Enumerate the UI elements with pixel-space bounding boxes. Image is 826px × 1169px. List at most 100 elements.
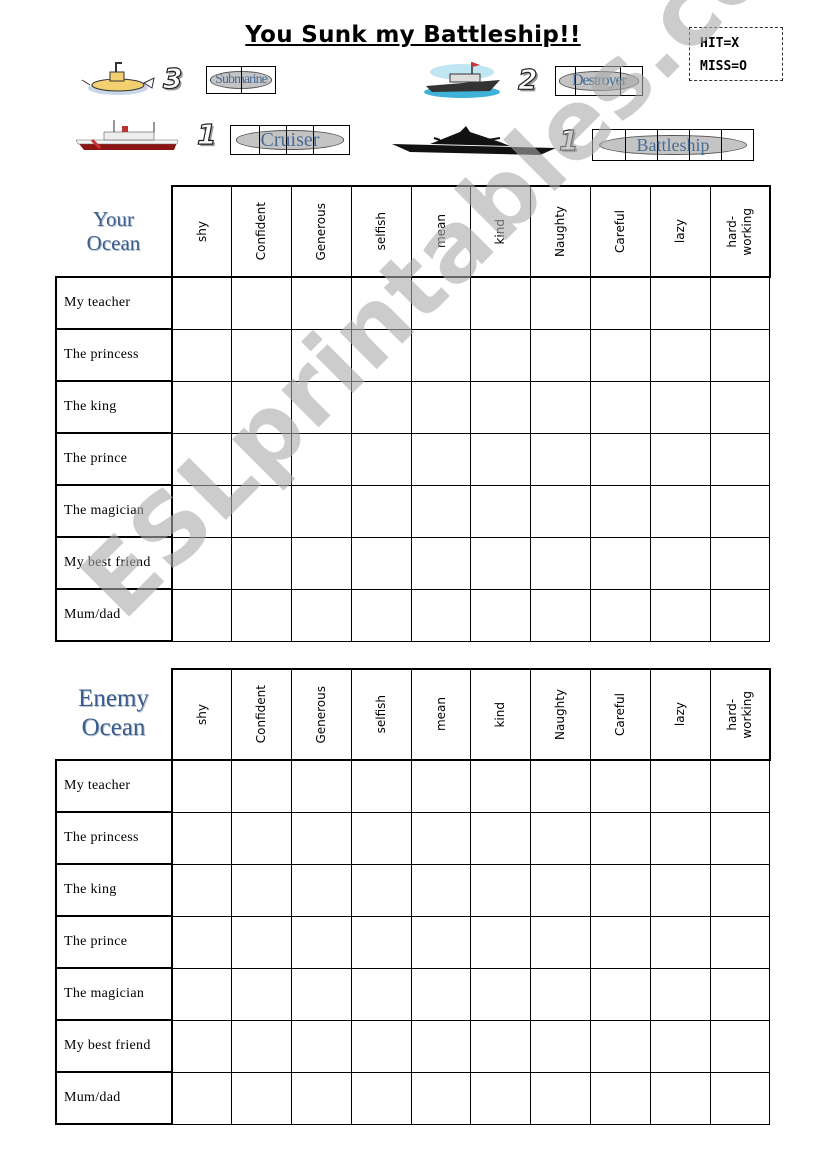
grid-cell[interactable] [530,328,592,382]
grid-cell[interactable] [171,1019,233,1073]
grid-cell[interactable] [649,380,711,434]
grid-cell[interactable] [350,759,412,813]
grid-cell[interactable] [350,1019,412,1073]
grid-cell[interactable] [291,432,352,486]
grid-cell[interactable] [590,484,651,538]
grid-cell[interactable] [291,1019,352,1073]
grid-cell[interactable] [470,380,532,434]
grid-cell[interactable] [590,759,651,813]
grid-cell[interactable] [291,915,352,969]
grid-cell[interactable] [590,328,651,382]
grid-cell[interactable] [470,1071,532,1125]
grid-cell[interactable] [530,915,592,969]
grid-cell[interactable] [530,380,592,434]
grid-cell[interactable] [231,967,293,1021]
grid-cell[interactable] [171,536,233,590]
grid-cell[interactable] [470,484,532,538]
grid-cell[interactable] [231,759,293,813]
grid-cell[interactable] [350,432,412,486]
grid-cell[interactable] [231,915,293,969]
grid-cell[interactable] [171,276,233,330]
grid-cell[interactable] [291,1071,352,1125]
grid-cell[interactable] [709,1071,771,1125]
grid-cell[interactable] [470,967,532,1021]
grid-cell[interactable] [291,967,352,1021]
grid-cell[interactable] [709,276,771,330]
grid-cell[interactable] [649,536,711,590]
grid-cell[interactable] [291,588,352,642]
grid-cell[interactable] [171,1071,233,1125]
grid-cell[interactable] [649,811,711,865]
grid-cell[interactable] [470,432,532,486]
grid-cell[interactable] [171,811,233,865]
grid-cell[interactable] [470,915,532,969]
grid-cell[interactable] [590,1071,651,1125]
grid-cell[interactable] [709,588,771,642]
grid-cell[interactable] [590,863,651,917]
grid-cell[interactable] [410,967,472,1021]
grid-cell[interactable] [649,863,711,917]
grid-cell[interactable] [231,432,293,486]
grid-cell[interactable] [410,863,472,917]
grid-cell[interactable] [590,276,651,330]
grid-cell[interactable] [470,759,532,813]
grid-cell[interactable] [291,811,352,865]
grid-cell[interactable] [410,588,472,642]
grid-cell[interactable] [649,276,711,330]
grid-cell[interactable] [410,484,472,538]
grid-cell[interactable] [530,863,592,917]
grid-cell[interactable] [410,811,472,865]
grid-cell[interactable] [709,380,771,434]
grid-cell[interactable] [231,811,293,865]
grid-cell[interactable] [231,380,293,434]
grid-cell[interactable] [590,588,651,642]
grid-cell[interactable] [649,1071,711,1125]
grid-cell[interactable] [291,484,352,538]
grid-cell[interactable] [590,967,651,1021]
grid-cell[interactable] [530,1019,592,1073]
grid-cell[interactable] [350,967,412,1021]
grid-cell[interactable] [171,967,233,1021]
grid-cell[interactable] [410,759,472,813]
grid-cell[interactable] [350,328,412,382]
grid-cell[interactable] [709,811,771,865]
grid-cell[interactable] [171,328,233,382]
grid-cell[interactable] [171,915,233,969]
grid-cell[interactable] [231,536,293,590]
grid-cell[interactable] [649,588,711,642]
grid-cell[interactable] [709,536,771,590]
grid-cell[interactable] [709,863,771,917]
grid-cell[interactable] [530,276,592,330]
grid-cell[interactable] [590,380,651,434]
grid-cell[interactable] [231,1071,293,1125]
grid-cell[interactable] [470,811,532,865]
grid-cell[interactable] [350,811,412,865]
grid-cell[interactable] [470,1019,532,1073]
grid-cell[interactable] [291,536,352,590]
grid-cell[interactable] [410,1071,472,1125]
grid-cell[interactable] [709,484,771,538]
grid-cell[interactable] [410,915,472,969]
grid-cell[interactable] [530,811,592,865]
grid-cell[interactable] [350,484,412,538]
grid-cell[interactable] [410,432,472,486]
grid-cell[interactable] [410,328,472,382]
grid-cell[interactable] [231,484,293,538]
grid-cell[interactable] [470,328,532,382]
grid-cell[interactable] [291,759,352,813]
grid-cell[interactable] [231,588,293,642]
grid-cell[interactable] [350,915,412,969]
grid-cell[interactable] [649,915,711,969]
grid-cell[interactable] [410,1019,472,1073]
grid-cell[interactable] [649,759,711,813]
grid-cell[interactable] [410,380,472,434]
grid-cell[interactable] [709,1019,771,1073]
grid-cell[interactable] [291,863,352,917]
grid-cell[interactable] [231,328,293,382]
grid-cell[interactable] [350,863,412,917]
grid-cell[interactable] [171,432,233,486]
grid-cell[interactable] [350,588,412,642]
grid-cell[interactable] [350,276,412,330]
grid-cell[interactable] [231,863,293,917]
grid-cell[interactable] [171,380,233,434]
